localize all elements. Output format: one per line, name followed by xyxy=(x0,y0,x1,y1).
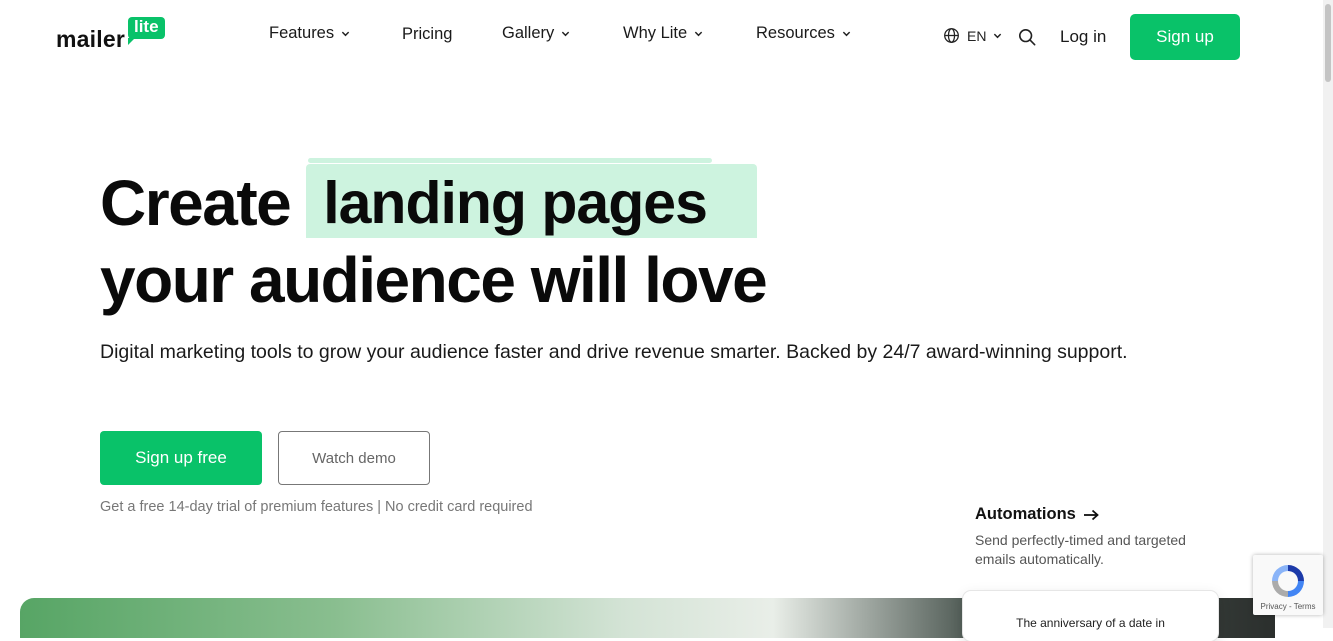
signup-free-button[interactable]: Sign up free xyxy=(100,431,262,485)
chevron-down-icon xyxy=(842,29,851,38)
trial-note: Get a free 14-day trial of premium featu… xyxy=(100,499,533,515)
hero-title-line2: your audience will love xyxy=(100,244,768,316)
logo-badge: lite xyxy=(127,17,165,45)
watch-demo-button[interactable]: Watch demo xyxy=(278,431,430,485)
hero-title-highlight: landing pages xyxy=(306,158,758,248)
arrow-right-icon xyxy=(1083,509,1099,520)
logo-wordmark: mailer xyxy=(56,26,125,52)
chevron-down-icon xyxy=(993,31,1002,40)
nav-item-resources[interactable]: Resources xyxy=(756,24,851,43)
recaptcha-badge[interactable]: Privacy - Terms xyxy=(1253,555,1323,615)
login-link[interactable]: Log in xyxy=(1060,27,1106,47)
scrollbar[interactable] xyxy=(1323,0,1333,628)
chevron-down-icon xyxy=(341,29,350,38)
language-selector[interactable]: EN xyxy=(943,27,1002,44)
nav-item-why-lite[interactable]: Why Lite xyxy=(623,24,703,43)
recaptcha-links[interactable]: Privacy - Terms xyxy=(1253,602,1323,611)
globe-icon xyxy=(944,28,959,43)
logo[interactable]: mailer lite xyxy=(56,17,165,51)
nav-item-gallery[interactable]: Gallery xyxy=(502,24,570,43)
hero-subtitle: Digital marketing tools to grow your aud… xyxy=(100,341,1128,363)
automations-link[interactable]: Automations xyxy=(975,505,1099,524)
signup-button[interactable]: Sign up xyxy=(1130,14,1240,60)
search-icon[interactable] xyxy=(1018,28,1036,46)
hero-title-word: Create xyxy=(100,167,292,239)
nav-item-features[interactable]: Features xyxy=(269,24,350,43)
chevron-down-icon xyxy=(561,29,570,38)
language-code: EN xyxy=(967,27,987,44)
automations-description: Send perfectly-timed and targeted emails… xyxy=(975,532,1186,567)
hero-title-line1: Create landing pages xyxy=(100,158,758,248)
recaptcha-icon xyxy=(1272,565,1304,597)
nav-item-pricing[interactable]: Pricing xyxy=(402,25,452,44)
automation-card: The anniversary of a date in xyxy=(963,591,1218,641)
scrollbar-thumb[interactable] xyxy=(1325,4,1331,82)
chevron-down-icon xyxy=(694,29,703,38)
